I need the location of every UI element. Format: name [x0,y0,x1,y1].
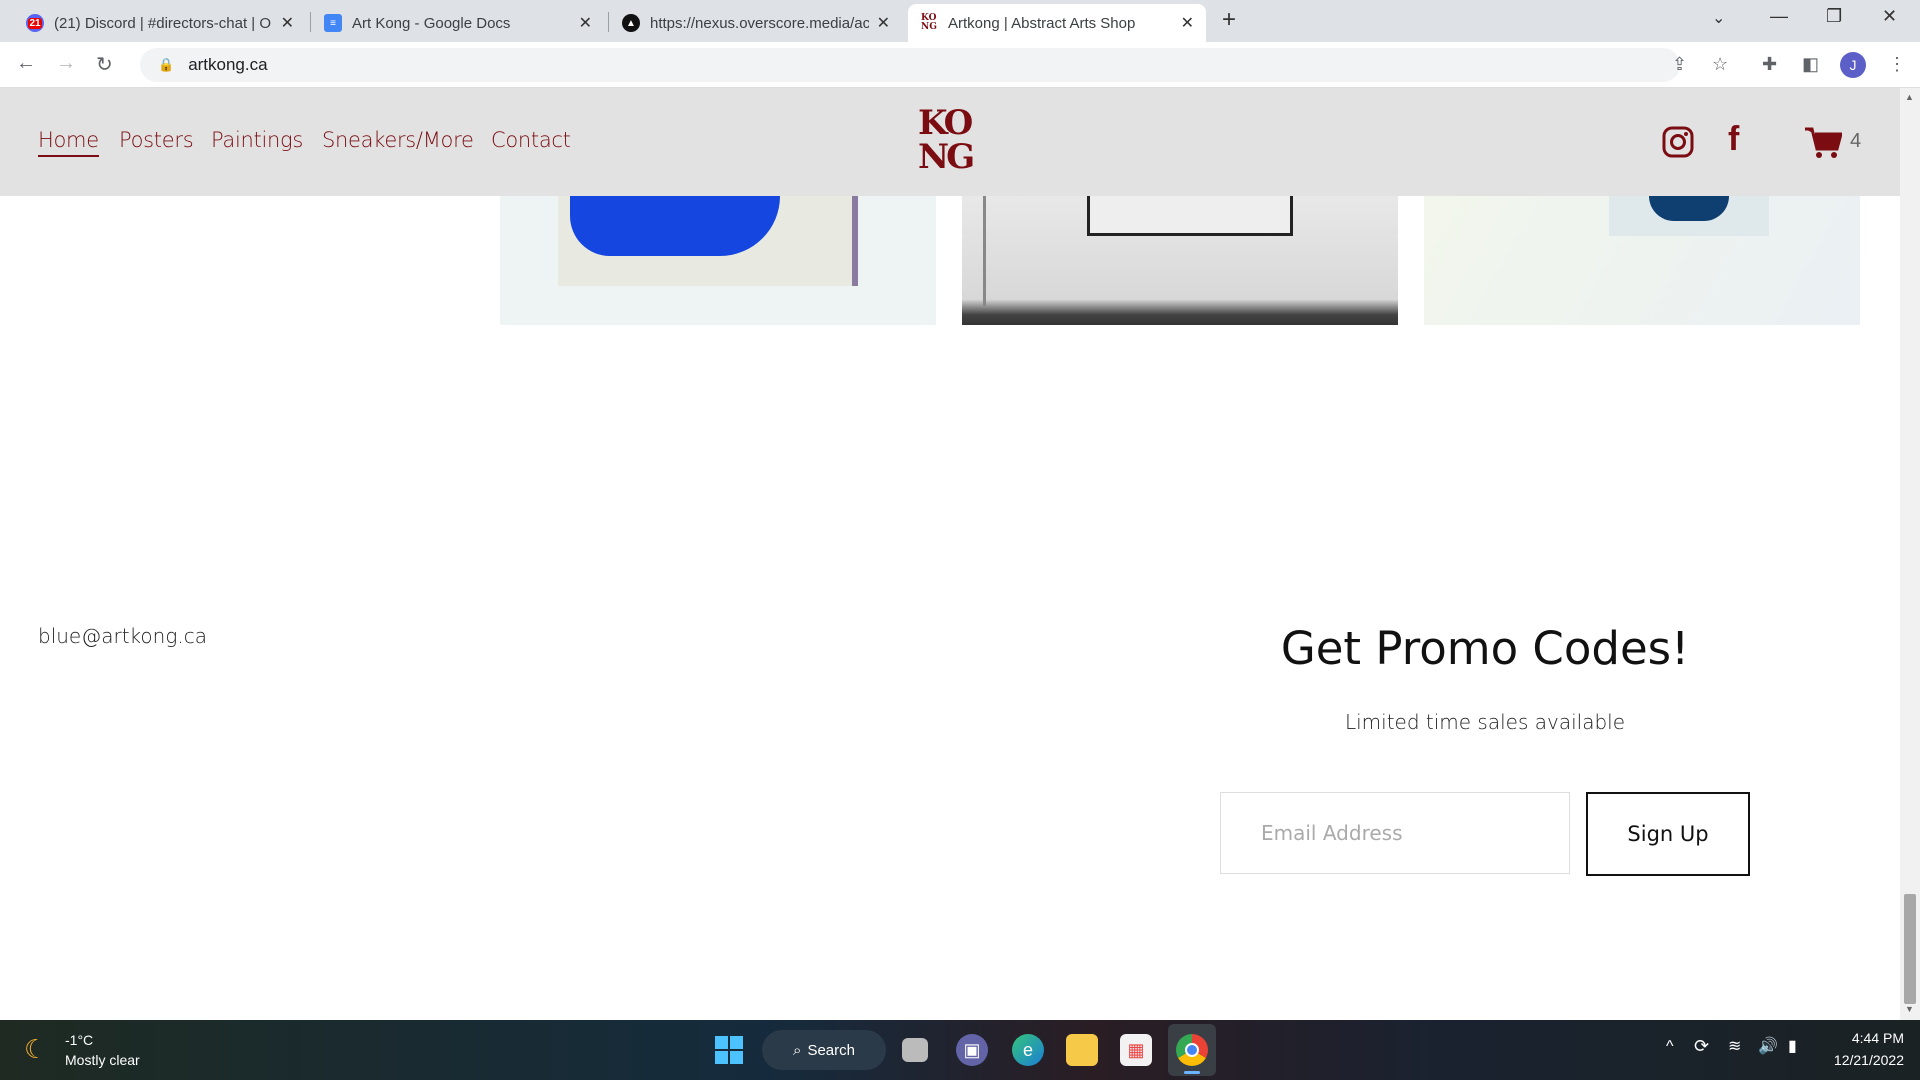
weather-desc[interactable]: Mostly clear [65,1052,140,1068]
nav-sneakers-more[interactable]: Sneakers/More [322,128,474,152]
product-image-blue-splash[interactable] [1424,196,1860,325]
tab-search-icon[interactable]: ⌄ [1712,8,1725,28]
cart-icon[interactable] [1804,126,1842,160]
wifi-icon[interactable]: ≋ [1728,1036,1741,1056]
restore-button[interactable]: ❐ [1826,6,1842,27]
sign-up-button[interactable]: Sign Up [1586,792,1750,876]
tab-title: (21) Discord | #directors-chat | O [54,14,272,32]
page-scrollbar[interactable]: ▲ ▼ [1900,88,1920,1020]
search-icon: ⌕ [793,1041,802,1059]
cart-count: 4 [1850,130,1862,152]
weather-moon-icon: ☾ [24,1034,48,1064]
scrollbar-thumb[interactable] [1904,894,1916,1004]
file-explorer-icon[interactable] [1066,1034,1098,1066]
tab-google-docs[interactable]: ≡ Art Kong - Google Docs ✕ [312,4,604,42]
nav-paintings[interactable]: Paintings [211,128,303,152]
share-icon[interactable]: ⇪ [1672,54,1687,75]
google-docs-icon: ≡ [324,14,342,32]
kong-logo[interactable]: KO NG [918,106,984,178]
edge-icon[interactable]: e [1012,1034,1044,1066]
overscore-icon: ▲ [622,14,640,32]
nav-posters[interactable]: Posters [119,128,194,152]
site-header: Home Posters Paintings Sneakers/More Con… [0,88,1900,196]
minimize-button[interactable]: — [1770,6,1788,27]
kong-logo-icon: KO NG [921,13,937,32]
tab-title: Artkong | Abstract Arts Shop [948,14,1136,32]
close-tab-icon[interactable]: ✕ [281,13,294,33]
browser-toolbar: ← → ↻ 🔒 artkong.ca ⇪ ☆ ✚ ◧ J ⋮ [0,42,1920,88]
extensions-icon[interactable]: ✚ [1762,54,1777,75]
back-icon[interactable]: ← [16,52,36,75]
bookmark-star-icon[interactable]: ☆ [1712,54,1728,75]
promo-subtitle: Limited time sales available [1344,710,1626,734]
chrome-taskbar-button[interactable] [1168,1024,1216,1076]
tab-overscore[interactable]: ▲ https://nexus.overscore.media/ac ✕ [610,4,902,42]
email-address-input[interactable] [1220,792,1570,874]
tab-title: Art Kong - Google Docs [352,14,511,32]
scroll-down-icon[interactable]: ▼ [1905,1004,1914,1014]
reload-icon[interactable]: ↻ [96,52,113,77]
logo-line-1: KO [918,103,973,143]
product-image-blue-drip[interactable] [500,196,936,325]
contact-email[interactable]: blue@artkong.ca [38,624,207,648]
new-tab-button[interactable]: + [1222,6,1236,34]
close-window-button[interactable]: ✕ [1882,6,1897,27]
discord-icon: 21 [26,14,44,32]
instagram-icon[interactable] [1662,126,1694,158]
battery-icon[interactable]: ▮ [1788,1036,1797,1056]
weather-temp[interactable]: -1°C [65,1032,93,1048]
close-tab-icon[interactable]: ✕ [1181,13,1194,33]
nav-contact[interactable]: Contact [491,128,571,152]
forward-icon[interactable]: → [56,52,76,75]
nav-home[interactable]: Home [38,128,99,157]
close-tab-icon[interactable]: ✕ [877,13,890,33]
teams-chat-icon[interactable]: ▣ [956,1034,988,1066]
tab-title: https://nexus.overscore.media/ac [650,14,869,32]
clock-date[interactable]: 12/21/2022 [1820,1052,1904,1068]
chrome-icon [1176,1034,1208,1066]
lock-icon: 🔒 [158,57,175,72]
tab-discord[interactable]: 21 (21) Discord | #directors-chat | O ✕ [14,4,306,42]
sync-icon[interactable]: ⟳ [1694,1036,1709,1057]
clock-time[interactable]: 4:44 PM [1820,1030,1904,1046]
close-tab-icon[interactable]: ✕ [579,13,592,33]
show-hidden-icons[interactable]: ^ [1666,1038,1674,1056]
windows-start-icon[interactable] [713,1034,745,1066]
scroll-up-icon[interactable]: ▲ [1905,92,1914,102]
search-label: Search [807,1041,855,1059]
address-bar[interactable]: 🔒 artkong.ca [140,48,1680,82]
task-view-icon[interactable] [902,1038,928,1062]
logo-line-2: NG [918,137,975,177]
promo-title: Get Promo Codes! [1280,622,1690,675]
tab-artkong[interactable]: KO NG Artkong | Abstract Arts Shop ✕ [908,4,1206,42]
microsoft-store-icon[interactable]: ▦ [1120,1034,1152,1066]
browser-tab-strip: 21 (21) Discord | #directors-chat | O ✕ … [0,0,1920,42]
taskbar-search[interactable]: ⌕ Search [762,1030,886,1070]
product-image-gallery-wall[interactable] [962,196,1398,325]
volume-icon[interactable]: 🔊 [1758,1036,1778,1056]
windows-taskbar: ☾ -1°C Mostly clear ⌕ Search ▣ e ▦ ^ ⟳ ≋ … [0,1020,1920,1080]
profile-avatar[interactable]: J [1840,52,1866,78]
side-panel-icon[interactable]: ◧ [1802,54,1819,75]
url-text: artkong.ca [188,55,268,74]
menu-icon[interactable]: ⋮ [1888,54,1906,75]
facebook-icon[interactable]: f [1728,120,1739,159]
